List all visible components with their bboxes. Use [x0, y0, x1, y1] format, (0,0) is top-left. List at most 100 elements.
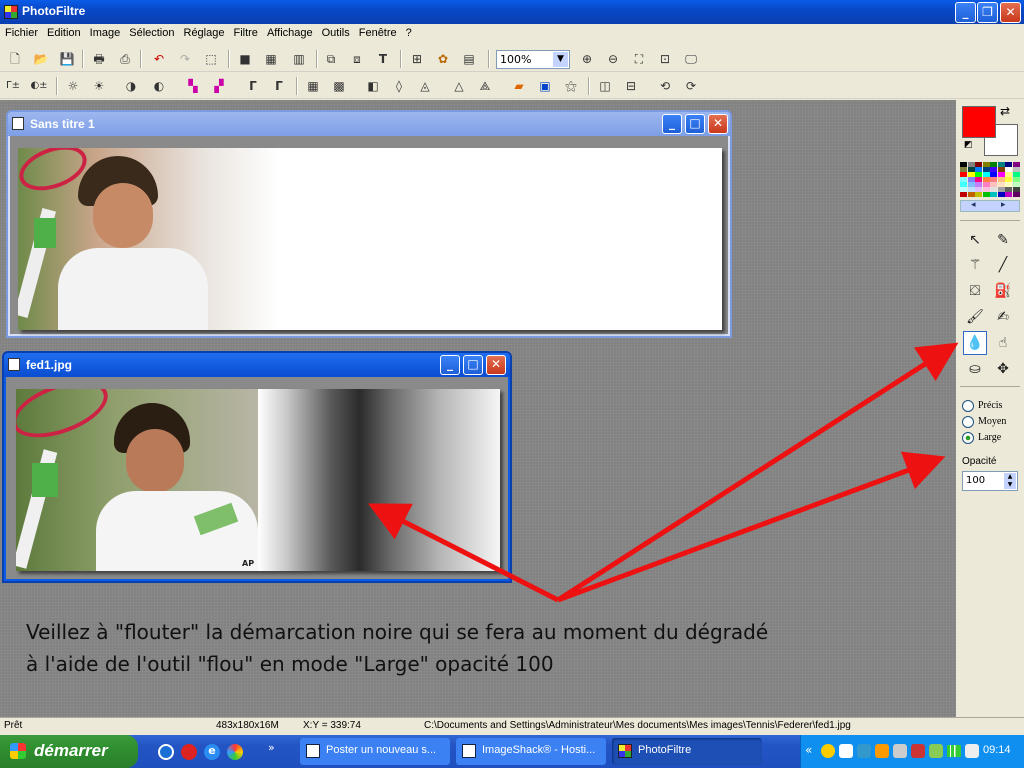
blur-tool-icon[interactable]: 💧	[963, 331, 987, 355]
tray-icon-2[interactable]	[839, 744, 853, 758]
tray-icon-4[interactable]	[875, 744, 889, 758]
saturation-down-icon[interactable]: ▚	[184, 77, 202, 95]
brightness-down-icon[interactable]: ☼	[64, 77, 82, 95]
save-icon[interactable]: 💾	[58, 50, 76, 68]
foreground-color[interactable]	[962, 106, 996, 138]
open-folder-icon[interactable]: 📂	[32, 50, 50, 68]
grid-icon[interactable]: ▦	[304, 77, 322, 95]
tray-signal-icon[interactable]	[947, 745, 961, 757]
restore-button[interactable]: ❐	[977, 2, 998, 23]
undo-icon[interactable]: ↶	[150, 50, 168, 68]
plugin-icon[interactable]: ✿	[434, 50, 452, 68]
gradient-icon[interactable]: ▰	[510, 77, 528, 95]
spray-icon[interactable]: ⛽	[992, 280, 1014, 302]
select-all-icon[interactable]: ⬚	[202, 50, 220, 68]
close-button[interactable]: ✕	[1000, 2, 1021, 23]
palette-swatch[interactable]	[967, 192, 975, 197]
default-colors-icon[interactable]: ◩	[964, 140, 973, 150]
chevron-right-icon[interactable]: »	[268, 741, 275, 754]
magic-wand-icon[interactable]: ⚚	[964, 254, 986, 276]
advanced-brush-icon[interactable]: ✍	[992, 306, 1014, 328]
quicklaunch-chrome-icon[interactable]	[227, 744, 243, 760]
fit-window-icon[interactable]: ⛶	[630, 50, 648, 68]
smudge-icon[interactable]: ☝	[992, 332, 1014, 354]
scan-icon[interactable]: ⎙	[116, 50, 134, 68]
minimize-button[interactable]: _	[955, 2, 976, 23]
zoom-in-icon[interactable]: ⊕	[578, 50, 596, 68]
move-icon[interactable]: ✥	[992, 358, 1014, 380]
palette-swatch[interactable]	[997, 192, 1005, 197]
menu-fichier[interactable]: Fichier	[0, 24, 42, 39]
start-button[interactable]: démarrer	[0, 735, 138, 768]
menu-selection[interactable]: Sélection	[124, 24, 178, 39]
doc-minimize-button[interactable]: _	[662, 114, 682, 134]
actual-size-icon[interactable]: ⊡	[656, 50, 674, 68]
taskbar-button-imageshack[interactable]: ImageShack® - Hosti...	[456, 738, 606, 765]
document-title-bar[interactable]: Sans titre 1 _ □ ✕	[8, 112, 730, 136]
tray-icon-6[interactable]	[911, 744, 925, 758]
rotate-right-icon[interactable]: ⟳	[682, 77, 700, 95]
tray-network-icon[interactable]	[857, 744, 871, 758]
zoom-select[interactable]: 100% ▼	[496, 50, 570, 69]
resize-image-icon[interactable]: ⧉	[322, 50, 340, 68]
menu-fenetre[interactable]: Fenêtre	[354, 24, 401, 39]
sharpen-drop-icon[interactable]: ◬	[416, 77, 434, 95]
menu-image[interactable]: Image	[85, 24, 125, 39]
quicklaunch-browser-icon[interactable]	[158, 744, 174, 760]
spin-up-icon[interactable]: ▲	[1004, 473, 1016, 481]
contrast-up-icon[interactable]: ◐	[150, 77, 168, 95]
triangle-icon[interactable]: △	[450, 77, 468, 95]
doc-maximize-button[interactable]: □	[463, 355, 483, 375]
grid-color-icon[interactable]: ▩	[330, 77, 348, 95]
chevron-down-icon[interactable]: ▼	[553, 52, 568, 67]
eyedropper-icon[interactable]: ✎	[992, 229, 1014, 251]
palette-swatch[interactable]	[960, 192, 967, 197]
triangle-plus-icon[interactable]: ⟁	[476, 77, 494, 95]
print-icon[interactable]: 🖶	[90, 50, 108, 68]
flip-horizontal-icon[interactable]: ◫	[596, 77, 614, 95]
brush-icon[interactable]: 🖌	[964, 306, 986, 328]
blur-drop-icon[interactable]: ◊	[390, 77, 408, 95]
auto-levels-icon[interactable]: ◐±	[30, 77, 48, 95]
doc-maximize-button[interactable]: □	[685, 114, 705, 134]
palette-swatch[interactable]	[982, 192, 990, 197]
gamma-up-icon[interactable]: Γ	[270, 77, 288, 95]
stamp-icon[interactable]: ⛀	[964, 358, 986, 380]
magic-icon[interactable]: ⚝	[562, 77, 580, 95]
tray-icon-1[interactable]	[821, 744, 835, 758]
invert-icon[interactable]: ◧	[364, 77, 382, 95]
gamma-down-icon[interactable]: Γ	[244, 77, 262, 95]
taskbar-button-forum[interactable]: Poster un nouveau s...	[300, 738, 450, 765]
doc-close-button[interactable]: ✕	[486, 355, 506, 375]
frame-icon[interactable]: ▣	[536, 77, 554, 95]
radio-precis[interactable]	[962, 400, 974, 412]
canvas-image[interactable]: AP	[16, 389, 500, 571]
taskbar-button-photofiltre[interactable]: PhotoFiltre	[612, 738, 762, 765]
palette-swatch[interactable]	[975, 192, 982, 197]
spin-down-icon[interactable]: ▼	[1004, 481, 1016, 489]
menu-edition[interactable]: Edition	[42, 24, 85, 39]
colors-icon[interactable]: ▦	[262, 50, 280, 68]
line-tool-icon[interactable]: ╱	[992, 254, 1014, 276]
grey-square-icon[interactable]: ■	[236, 50, 254, 68]
opacity-input[interactable]: 100 ▲ ▼	[962, 471, 1018, 491]
chevron-left-icon[interactable]: «	[805, 743, 812, 757]
tray-icon-5[interactable]	[893, 744, 907, 758]
browser-icon[interactable]: ⊞	[408, 50, 426, 68]
brightness-up-icon[interactable]: ☀	[90, 77, 108, 95]
contrast-down-icon[interactable]: ◑	[122, 77, 140, 95]
palette-swatch[interactable]	[1012, 192, 1020, 197]
radio-large-selected[interactable]	[962, 432, 974, 444]
tray-user-icon[interactable]	[929, 744, 943, 758]
palette-swatch[interactable]	[1005, 192, 1012, 197]
menu-help[interactable]: ?	[401, 24, 416, 39]
menu-affichage[interactable]: Affichage	[262, 24, 317, 39]
menu-filtre[interactable]: Filtre	[228, 24, 261, 39]
quicklaunch-opera-icon[interactable]	[181, 744, 197, 760]
new-file-icon[interactable]: 🗋	[6, 50, 24, 68]
tray-volume-icon[interactable]	[965, 744, 979, 758]
fullscreen-icon[interactable]: 🖵	[682, 50, 700, 68]
rotate-left-icon[interactable]: ⟲	[656, 77, 674, 95]
quicklaunch-ie-icon[interactable]: e	[204, 744, 220, 760]
arrow-right-icon[interactable]: ▸	[1001, 200, 1006, 210]
